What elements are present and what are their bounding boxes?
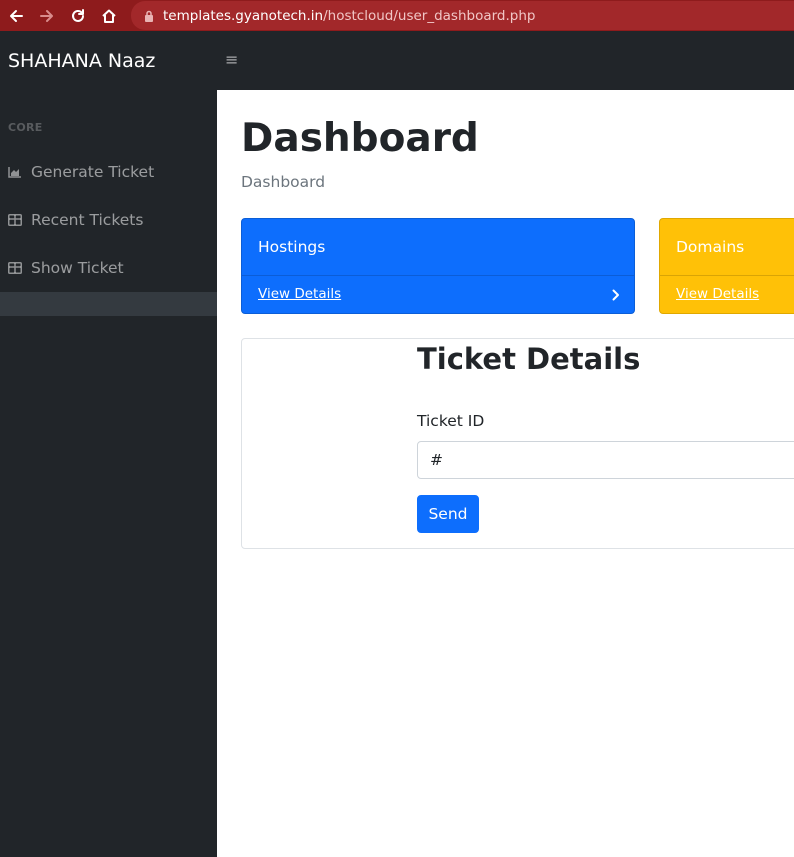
sidebar-item-label: Generate Ticket (31, 163, 155, 181)
view-details-link[interactable]: View Details (258, 286, 341, 302)
home-icon (101, 9, 116, 23)
card-footer: View Details (242, 275, 634, 313)
address-bar[interactable]: templates.gyanotech.in/hostcloud/user_da… (131, 1, 794, 30)
send-button[interactable]: Send (417, 495, 479, 533)
ticket-details-panel: Ticket Details Ticket ID Send (241, 338, 794, 549)
card-title: Domains (676, 238, 745, 256)
arrow-left-icon (9, 9, 23, 22)
sidebar: CORE Generate Ticket Recent Tickets Show… (0, 90, 217, 857)
sidebar-heading: CORE (8, 121, 43, 134)
url-text: templates.gyanotech.in/hostcloud/user_da… (163, 8, 536, 24)
chevron-right-icon[interactable] (612, 289, 620, 301)
top-navbar: SHAHANA Naaz ≡ (0, 31, 794, 90)
table-icon (8, 214, 22, 226)
card-footer: View Details (660, 275, 794, 313)
sidebar-item-label: Show Ticket (31, 259, 124, 277)
navbar-brand[interactable]: SHAHANA Naaz (8, 50, 155, 72)
chart-area-icon (8, 166, 22, 178)
sidebar-toggle-icon[interactable]: ≡ (225, 52, 238, 68)
domains-card: Domains View Details (659, 218, 794, 314)
url-path: /hostcloud/user_dashboard.php (323, 7, 536, 24)
main-content: Dashboard Dashboard Hostings View Detail… (217, 90, 794, 857)
home-button[interactable] (93, 0, 124, 31)
forward-button[interactable] (31, 0, 62, 31)
sidebar-highlight-bar[interactable] (0, 292, 217, 316)
table-icon (8, 262, 22, 274)
view-details-link[interactable]: View Details (676, 286, 759, 302)
sidebar-item-recent-tickets[interactable]: Recent Tickets (0, 200, 217, 240)
url-host: templates.gyanotech.in (163, 7, 324, 24)
arrow-right-icon (39, 9, 53, 22)
page-title: Dashboard (241, 116, 479, 161)
reload-button[interactable] (62, 0, 93, 31)
ticket-details-title: Ticket Details (417, 342, 641, 376)
browser-toolbar: templates.gyanotech.in/hostcloud/user_da… (0, 0, 794, 31)
lock-icon (145, 10, 153, 22)
sidebar-item-generate-ticket[interactable]: Generate Ticket (0, 152, 217, 192)
back-button[interactable] (0, 0, 31, 31)
ticket-id-input[interactable] (417, 441, 794, 479)
hostings-card: Hostings View Details (241, 218, 635, 314)
reload-icon (71, 8, 84, 22)
card-title: Hostings (258, 238, 326, 256)
ticket-id-label: Ticket ID (417, 412, 485, 430)
breadcrumb: Dashboard (241, 173, 326, 191)
sidebar-item-show-ticket[interactable]: Show Ticket (0, 248, 217, 288)
sidebar-item-label: Recent Tickets (31, 211, 144, 229)
